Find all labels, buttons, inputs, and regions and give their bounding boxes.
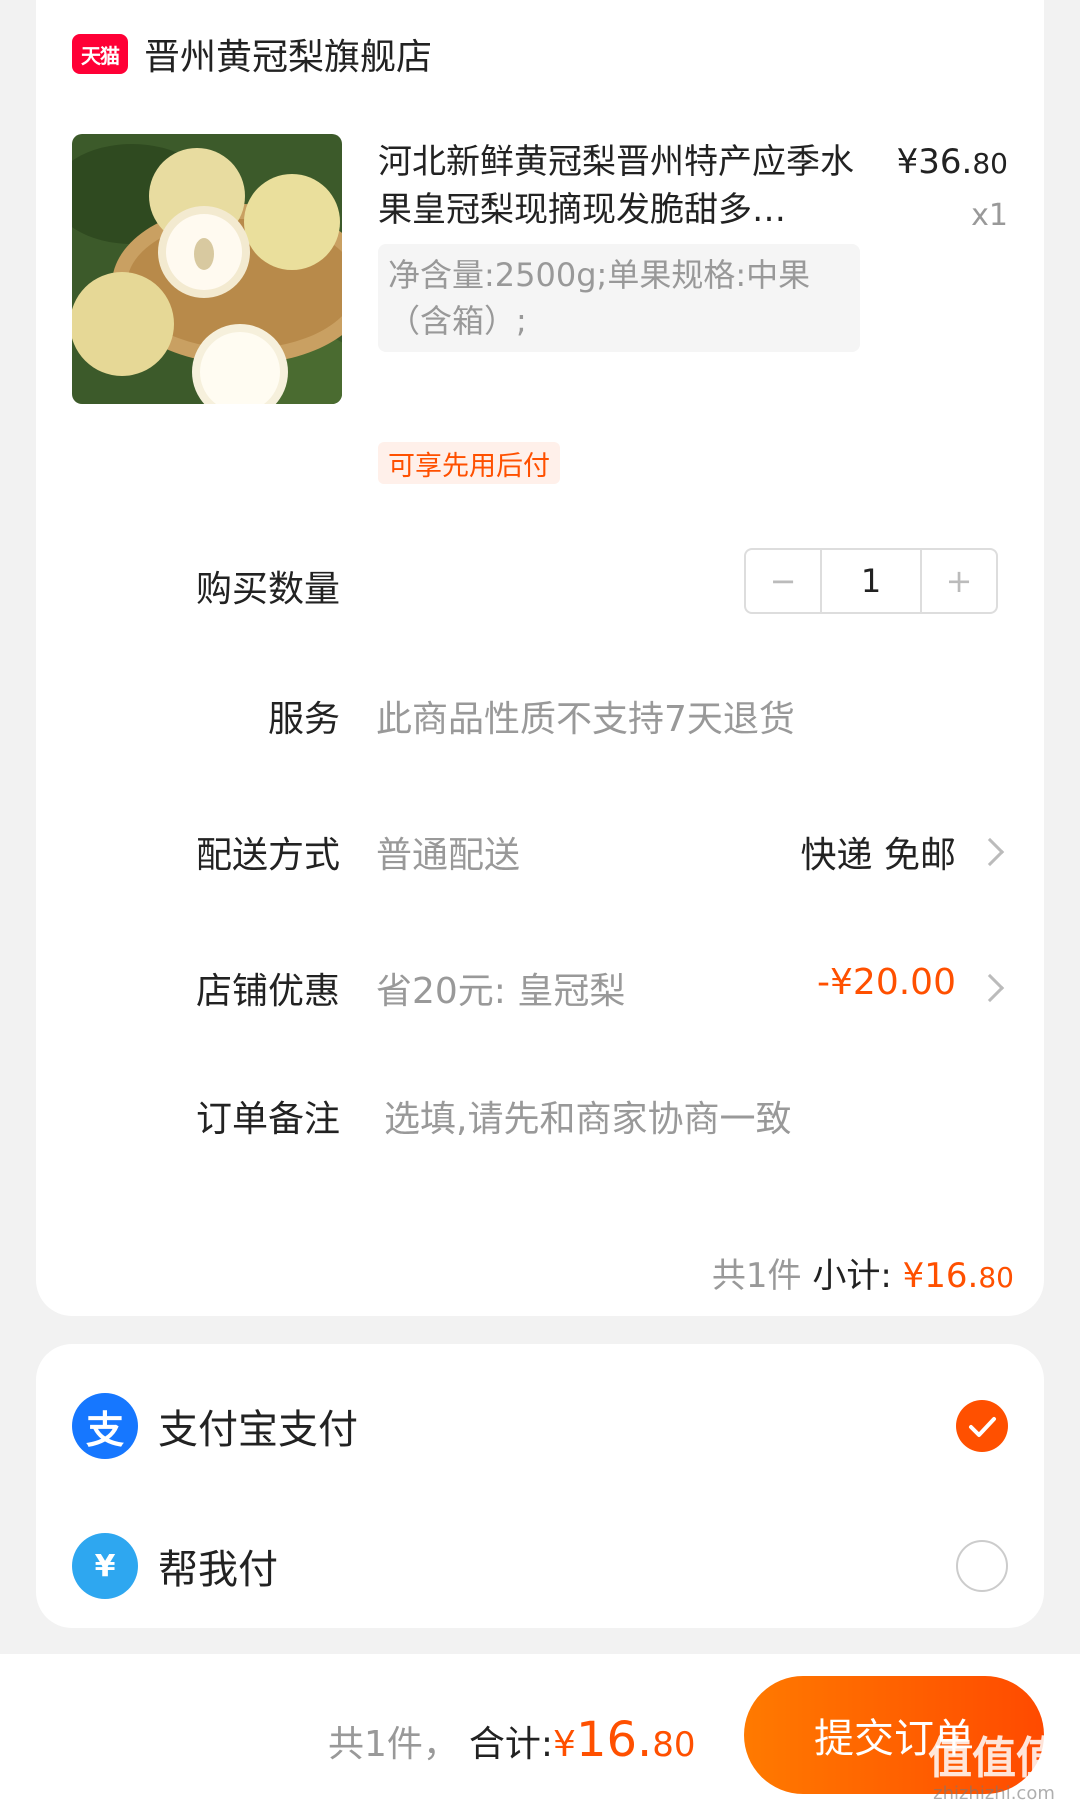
service-label: 服务 [267, 699, 340, 740]
chevron-right-icon[interactable] [975, 837, 1005, 867]
payment-option-help-pay[interactable]: ¥ 帮我付 [72, 1526, 1008, 1606]
selected-check-icon[interactable] [956, 1400, 1008, 1452]
product-price: ¥36.80 [896, 142, 1008, 182]
coupon-label: 店铺优惠 [195, 971, 340, 1012]
subtotal-count: 共1件 [711, 1256, 802, 1296]
help-pay-icon: ¥ [72, 1533, 138, 1599]
coupon-discount[interactable]: -¥20.00 [817, 962, 956, 1003]
subtotal-price: ¥16.80 [902, 1256, 1014, 1296]
total-label: 合计: [468, 1724, 554, 1765]
unselected-radio-icon[interactable] [956, 1540, 1008, 1592]
quantity-value[interactable]: 1 [820, 550, 922, 612]
total-summary: 共1件， 合计: ¥16.80 [328, 1712, 696, 1768]
product-spec[interactable]: 净含量:2500g;单果规格:中果（含箱）; [378, 244, 860, 352]
total-count: 共1件， [328, 1724, 459, 1765]
checkout-bar: 共1件， 合计: ¥16.80 提交订单 值值值 zhizhizhi.com [0, 1654, 1080, 1817]
chevron-right-icon[interactable] [975, 973, 1005, 1003]
watermark: 值值值 zhizhizhi.com [928, 1733, 1060, 1804]
order-note-label: 订单备注 [195, 1099, 340, 1140]
buy-now-pay-later-badge: 可享先用后付 [378, 442, 560, 484]
delivery-value[interactable]: 普通配送 [376, 826, 520, 878]
store-name: 晋州黄冠梨旗舰店 [144, 37, 433, 78]
quantity-stepper: − 1 + [744, 548, 998, 614]
decrement-button[interactable]: − [746, 550, 820, 612]
payment-label: 帮我付 [158, 1547, 278, 1593]
subtotal: 共1件 小计: ¥16.80 [712, 1248, 1014, 1297]
subtotal-label: 小计: [812, 1256, 892, 1296]
order-note-input[interactable]: 选填,请先和商家协商一致 [384, 1090, 791, 1142]
alipay-icon: 支 [72, 1393, 138, 1459]
payment-option-alipay[interactable]: 支 支付宝支付 [72, 1386, 1008, 1466]
order-card: 天猫 晋州黄冠梨旗舰店 河北新鲜黄冠梨晋州特产应季水果皇冠梨现摘现发脆甜多… 净… [36, 0, 1044, 1316]
delivery-label: 配送方式 [195, 835, 340, 876]
product-image[interactable] [72, 134, 342, 404]
service-value: 此商品性质不支持7天退货 [376, 699, 795, 740]
delivery-option[interactable]: 快递 免邮 [801, 826, 956, 878]
store-header[interactable]: 天猫 晋州黄冠梨旗舰店 [72, 30, 432, 78]
coupon-value[interactable]: 省20元: 皇冠梨 [376, 962, 625, 1014]
product-quantity: x1 [971, 198, 1008, 233]
payment-label: 支付宝支付 [158, 1407, 358, 1453]
increment-button[interactable]: + [922, 550, 996, 612]
quantity-label: 购买数量 [195, 569, 340, 610]
total-price: ¥16.80 [553, 1712, 696, 1768]
payment-card: 支 支付宝支付 ¥ 帮我付 [36, 1344, 1044, 1628]
tmall-logo-icon: 天猫 [72, 34, 128, 74]
product-title[interactable]: 河北新鲜黄冠梨晋州特产应季水果皇冠梨现摘现发脆甜多… [378, 138, 858, 234]
